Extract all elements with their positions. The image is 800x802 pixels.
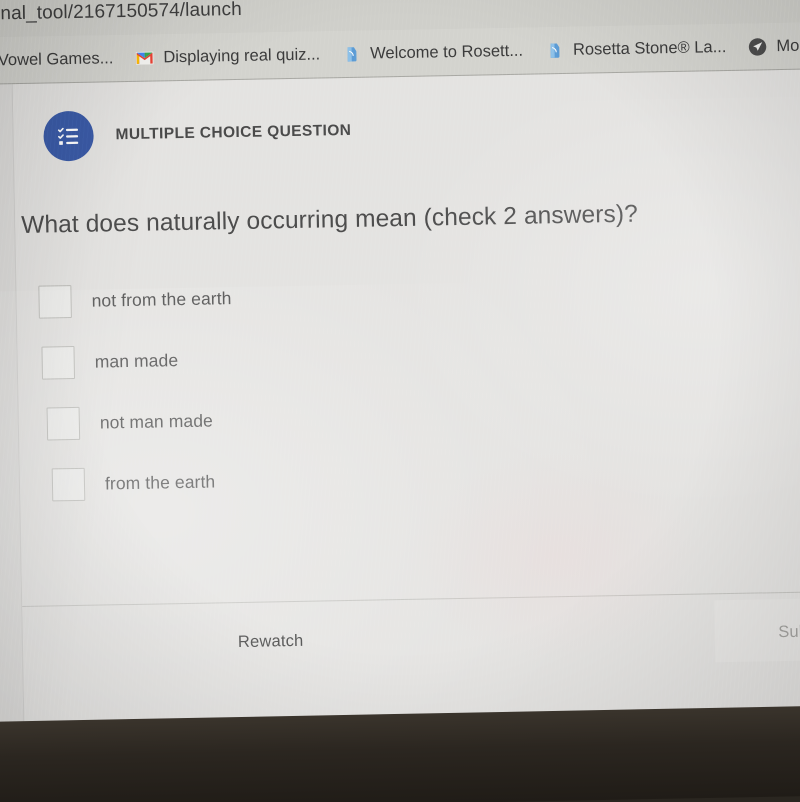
gmail-icon	[135, 48, 154, 67]
bookmark-welcome-to-rosetta[interactable]: Welcome to Rosett...	[331, 39, 534, 66]
answer-checkbox[interactable]	[46, 406, 81, 441]
rosetta-stone-icon	[342, 44, 361, 63]
quiz-footer: Rewatch Submit	[22, 592, 800, 697]
answer-checkbox[interactable]	[51, 467, 86, 502]
answer-option[interactable]: not man made	[28, 390, 800, 445]
answer-option[interactable]: from the earth	[30, 451, 800, 506]
answer-option-label: not man made	[99, 410, 214, 433]
answer-option-label: man made	[94, 350, 179, 372]
answer-option-label: not from the earth	[91, 288, 232, 311]
answer-option[interactable]: man made	[27, 329, 800, 384]
bookmark-label: Rosetta Stone® La...	[572, 37, 727, 59]
paper-plane-icon	[748, 37, 767, 56]
answer-checkbox[interactable]	[38, 285, 72, 319]
bookmark-label: Mo	[776, 36, 800, 55]
bookmark-displaying-real-quiz[interactable]: Displaying real quiz...	[124, 43, 331, 70]
submit-button[interactable]: Submit	[778, 622, 800, 642]
quiz-page: MULTIPLE CHOICE QUESTION What does natur…	[0, 69, 800, 772]
bookmark-mo[interactable]: Mo	[737, 34, 800, 58]
bookmark-vowel-games[interactable]: rt Vowel Games...	[0, 47, 125, 73]
answer-checkbox[interactable]	[41, 345, 76, 380]
bookmark-label: Displaying real quiz...	[163, 44, 321, 66]
question-header: MULTIPLE CHOICE QUESTION	[43, 106, 352, 162]
monitor-screen: ernal_tool/2167150574/launch rt Vowel Ga…	[0, 0, 800, 772]
photo-of-screen: ernal_tool/2167150574/launch rt Vowel Ga…	[0, 0, 800, 802]
bookmark-rosetta-stone-la[interactable]: Rosetta Stone® La...	[534, 35, 738, 62]
rewatch-button[interactable]: Rewatch	[238, 632, 304, 652]
bookmark-label: Welcome to Rosett...	[369, 41, 524, 63]
answer-options-list: not from the earth man made not man made…	[26, 268, 800, 526]
rosetta-stone-icon	[545, 40, 564, 59]
answer-option-label: from the earth	[104, 471, 216, 494]
question-type-label: MULTIPLE CHOICE QUESTION	[115, 121, 352, 144]
monitor-bezel	[0, 705, 800, 802]
question-card: MULTIPLE CHOICE QUESTION What does natur…	[12, 69, 800, 771]
url-text: ernal_tool/2167150574/launch	[0, 0, 242, 25]
bookmark-label: rt Vowel Games...	[0, 48, 114, 69]
checklist-icon	[43, 110, 95, 162]
question-prompt: What does naturally occurring mean (chec…	[20, 200, 639, 239]
answer-option[interactable]: not from the earth	[26, 268, 800, 323]
